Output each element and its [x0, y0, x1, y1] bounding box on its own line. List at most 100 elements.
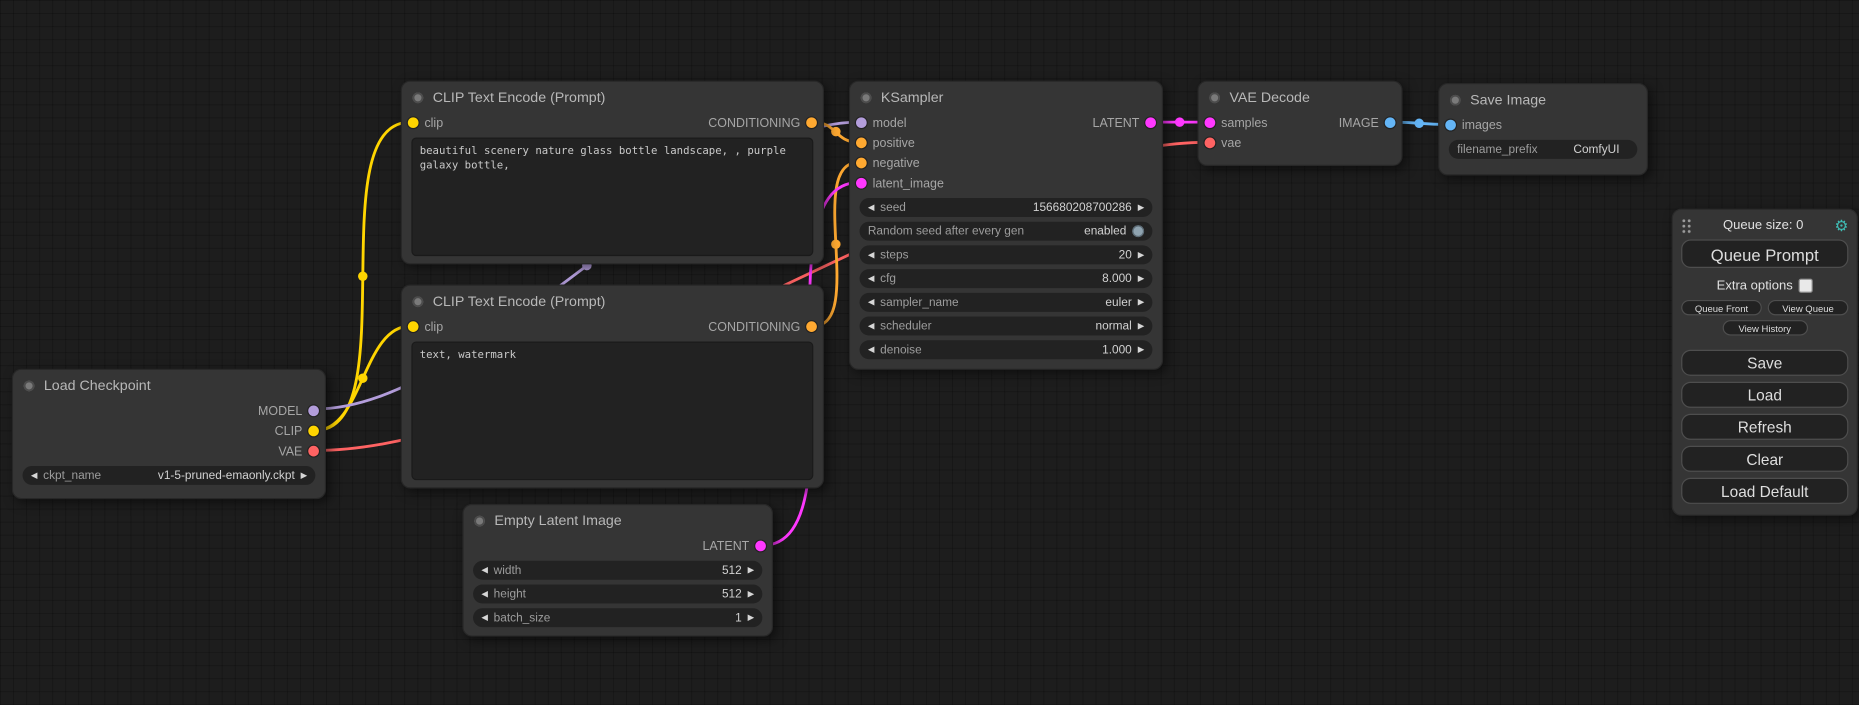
- slot-dot-latent[interactable]: [1145, 117, 1156, 128]
- slot-dot-model[interactable]: [856, 117, 867, 128]
- input-slot-latent-image[interactable]: latent_image: [856, 176, 944, 190]
- slot-dot-latent[interactable]: [856, 178, 867, 189]
- increment-arrow-icon[interactable]: ▶: [1138, 321, 1144, 330]
- slot-dot-vae[interactable]: [308, 446, 319, 457]
- increment-arrow-icon[interactable]: ▶: [748, 589, 754, 598]
- increment-arrow-icon[interactable]: ▶: [748, 566, 754, 575]
- settings-gear-icon[interactable]: ⚙: [1835, 218, 1849, 233]
- view-queue-button[interactable]: View Queue: [1768, 300, 1849, 315]
- collapse-dot-icon[interactable]: [474, 515, 485, 526]
- decrement-arrow-icon[interactable]: ◀: [868, 345, 874, 354]
- extra-options-checkbox[interactable]: [1799, 278, 1813, 292]
- widget-height[interactable]: ◀ height 512 ▶: [473, 585, 762, 604]
- collapse-dot-icon[interactable]: [24, 380, 35, 391]
- main-menu-panel: Queue size: 0 ⚙ Queue Prompt Extra optio…: [1672, 209, 1858, 516]
- node-title: CLIP Text Encode (Prompt): [402, 286, 823, 317]
- slot-dot-conditioning[interactable]: [856, 138, 867, 149]
- clear-button[interactable]: Clear: [1681, 446, 1848, 472]
- node-vae-decode[interactable]: VAE Decode samples IMAGE vae: [1197, 81, 1402, 166]
- widget-filename-prefix[interactable]: filename_prefix ComfyUI: [1449, 140, 1638, 159]
- collapse-dot-icon[interactable]: [1450, 94, 1461, 105]
- widget-steps[interactable]: ◀ steps 20 ▶: [860, 245, 1153, 264]
- slot-dot-model[interactable]: [308, 405, 319, 416]
- increment-arrow-icon[interactable]: ▶: [1138, 274, 1144, 283]
- output-slot-image[interactable]: IMAGE: [1339, 116, 1396, 130]
- slot-dot-clip[interactable]: [408, 321, 419, 332]
- collapse-dot-icon[interactable]: [1209, 92, 1220, 103]
- wire-dot-image: [1414, 119, 1423, 128]
- output-slot-vae[interactable]: VAE: [278, 444, 319, 458]
- positive-prompt-textarea[interactable]: beautiful scenery nature glass bottle la…: [411, 138, 813, 257]
- input-slot-clip[interactable]: clip: [408, 320, 443, 334]
- widget-cfg[interactable]: ◀ cfg 8.000 ▶: [860, 269, 1153, 288]
- node-title-label: KSampler: [881, 89, 943, 106]
- slot-dot-latent[interactable]: [755, 541, 766, 552]
- input-slot-images[interactable]: images: [1445, 118, 1502, 132]
- decrement-arrow-icon[interactable]: ◀: [868, 250, 874, 259]
- slot-dot-vae[interactable]: [1205, 138, 1216, 149]
- increment-arrow-icon[interactable]: ▶: [1138, 345, 1144, 354]
- widget-sampler-name[interactable]: ◀ sampler_name euler ▶: [860, 293, 1153, 312]
- input-slot-clip[interactable]: clip: [408, 116, 443, 130]
- increment-arrow-icon[interactable]: ▶: [301, 471, 307, 480]
- decrement-arrow-icon[interactable]: ◀: [481, 566, 487, 575]
- collapse-dot-icon[interactable]: [413, 92, 424, 103]
- widget-ckpt-name[interactable]: ◀ ckpt_name v1-5-pruned-emaonly.ckpt ▶: [23, 466, 316, 485]
- decrement-arrow-icon[interactable]: ◀: [868, 321, 874, 330]
- output-slot-clip[interactable]: CLIP: [275, 424, 319, 438]
- graph-canvas[interactable]: Load Checkpoint MODEL CLIP VAE ◀ ckpt_na…: [0, 0, 1859, 705]
- node-ksampler[interactable]: KSampler model LATENT positive negative: [849, 81, 1163, 370]
- decrement-arrow-icon[interactable]: ◀: [31, 471, 37, 480]
- widget-scheduler[interactable]: ◀ scheduler normal ▶: [860, 317, 1153, 336]
- increment-arrow-icon[interactable]: ▶: [1138, 203, 1144, 212]
- widget-random-seed[interactable]: Random seed after every gen enabled: [860, 222, 1153, 241]
- decrement-arrow-icon[interactable]: ◀: [868, 203, 874, 212]
- input-slot-negative[interactable]: negative: [856, 156, 920, 170]
- decrement-arrow-icon[interactable]: ◀: [868, 274, 874, 283]
- collapse-dot-icon[interactable]: [413, 296, 424, 307]
- node-clip-text-encode-negative[interactable]: CLIP Text Encode (Prompt) clip CONDITION…: [401, 285, 824, 489]
- input-slot-vae[interactable]: vae: [1205, 136, 1242, 150]
- load-default-button[interactable]: Load Default: [1681, 478, 1848, 504]
- toggle-indicator-icon[interactable]: [1132, 225, 1144, 237]
- decrement-arrow-icon[interactable]: ◀: [481, 589, 487, 598]
- node-clip-text-encode-positive[interactable]: CLIP Text Encode (Prompt) clip CONDITION…: [401, 81, 824, 265]
- widget-seed[interactable]: ◀ seed 156680208700286 ▶: [860, 198, 1153, 217]
- output-slot-latent[interactable]: LATENT: [1093, 116, 1156, 130]
- view-history-button[interactable]: View History: [1722, 320, 1807, 335]
- slot-dot-conditioning[interactable]: [806, 117, 817, 128]
- node-save-image[interactable]: Save Image images filename_prefix ComfyU…: [1438, 83, 1648, 175]
- node-load-checkpoint[interactable]: Load Checkpoint MODEL CLIP VAE ◀ ckpt_na…: [12, 369, 326, 499]
- input-slot-samples[interactable]: samples: [1205, 116, 1268, 130]
- slot-dot-image[interactable]: [1385, 117, 1396, 128]
- decrement-arrow-icon[interactable]: ◀: [868, 298, 874, 307]
- negative-prompt-textarea[interactable]: text, watermark: [411, 341, 813, 480]
- output-slot-conditioning[interactable]: CONDITIONING: [708, 320, 817, 334]
- slot-dot-latent[interactable]: [1205, 117, 1216, 128]
- decrement-arrow-icon[interactable]: ◀: [481, 613, 487, 622]
- slot-dot-image[interactable]: [1445, 120, 1456, 131]
- queue-front-button[interactable]: Queue Front: [1681, 300, 1762, 315]
- save-button[interactable]: Save: [1681, 350, 1848, 376]
- slot-dot-conditioning[interactable]: [856, 158, 867, 169]
- slot-dot-clip[interactable]: [408, 117, 419, 128]
- input-slot-positive[interactable]: positive: [856, 136, 915, 150]
- refresh-button[interactable]: Refresh: [1681, 414, 1848, 440]
- slot-dot-conditioning[interactable]: [806, 321, 817, 332]
- increment-arrow-icon[interactable]: ▶: [1138, 298, 1144, 307]
- widget-batch-size[interactable]: ◀ batch_size 1 ▶: [473, 608, 762, 627]
- output-slot-latent[interactable]: LATENT: [702, 539, 765, 553]
- input-slot-model[interactable]: model: [856, 116, 907, 130]
- node-empty-latent-image[interactable]: Empty Latent Image LATENT ◀ width 512 ▶ …: [462, 504, 773, 637]
- widget-denoise[interactable]: ◀ denoise 1.000 ▶: [860, 340, 1153, 359]
- increment-arrow-icon[interactable]: ▶: [1138, 250, 1144, 259]
- output-slot-model[interactable]: MODEL: [258, 404, 319, 418]
- increment-arrow-icon[interactable]: ▶: [748, 613, 754, 622]
- load-button[interactable]: Load: [1681, 382, 1848, 408]
- drag-handle-icon[interactable]: [1681, 218, 1692, 233]
- widget-width[interactable]: ◀ width 512 ▶: [473, 561, 762, 580]
- slot-dot-clip[interactable]: [308, 426, 319, 437]
- queue-prompt-button[interactable]: Queue Prompt: [1681, 239, 1848, 267]
- output-slot-conditioning[interactable]: CONDITIONING: [708, 116, 817, 130]
- collapse-dot-icon[interactable]: [861, 92, 872, 103]
